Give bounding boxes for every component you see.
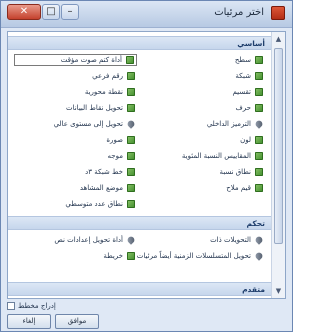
list-item[interactable]: قيم ملاح xyxy=(226,182,263,194)
list-item[interactable]: صورة xyxy=(106,134,135,146)
chooser-window: ✕ □ – اختر مرئيات أساسي سطح شبكة تقسيم ح… xyxy=(0,0,293,332)
grid-icon xyxy=(127,200,135,208)
list-item[interactable]: سطح xyxy=(235,54,263,66)
scroll-thumb[interactable] xyxy=(274,48,283,244)
group-header-control[interactable]: تحكم xyxy=(8,216,271,230)
grid-icon xyxy=(255,152,263,160)
list-item[interactable]: التحويلات ذات xyxy=(210,234,264,246)
list-item[interactable]: تحويل نقاط البيانات xyxy=(66,102,135,114)
list-item[interactable]: تحويل إلى مستوى عالي xyxy=(54,118,136,130)
checkbox[interactable] xyxy=(7,302,15,310)
grid-icon xyxy=(255,72,263,80)
ok-button[interactable]: موافق xyxy=(55,314,99,329)
grid-icon xyxy=(255,104,263,112)
list-item[interactable]: رقم فرعي xyxy=(92,70,135,82)
grid-icon xyxy=(255,184,263,192)
wrench-icon xyxy=(126,235,136,245)
grid-icon xyxy=(126,56,134,64)
list-item[interactable]: نطاق عدد متوسطي xyxy=(65,198,135,210)
grid-icon xyxy=(127,252,135,260)
wrench-icon xyxy=(254,251,264,261)
grid-icon xyxy=(127,168,135,176)
list-item[interactable]: الترميز الداخلي xyxy=(207,118,264,130)
grid-icon xyxy=(127,88,135,96)
wrench-icon xyxy=(254,235,264,245)
list-item[interactable]: تقسيم xyxy=(232,86,263,98)
list-item[interactable]: خط شبكة ٣د xyxy=(85,166,135,178)
grid-icon xyxy=(255,88,263,96)
module-list-panel: أساسي سطح شبكة تقسيم حرف الترميز الداخلي… xyxy=(7,31,286,299)
scroll-down-arrow-icon[interactable]: ▼ xyxy=(273,285,284,297)
list-item[interactable]: لون xyxy=(240,134,263,146)
list-item-selected[interactable]: أداة كتم صوت مؤقت xyxy=(14,54,137,66)
grid-icon xyxy=(127,152,135,160)
window-title: اختر مرئيات xyxy=(214,7,264,18)
list-item[interactable]: أداة تحويل إعدادات نص xyxy=(54,234,136,246)
list-item[interactable]: موضع المشاهد xyxy=(80,182,135,194)
module-list: أساسي سطح شبكة تقسيم حرف الترميز الداخلي… xyxy=(8,32,271,298)
list-item[interactable]: نطاق نسبة xyxy=(219,166,263,178)
group-header-basic[interactable]: أساسي xyxy=(8,36,271,50)
scroll-up-arrow-icon[interactable]: ▲ xyxy=(273,33,284,45)
dialog-footer: إدراج مخطط إلغاء موافق xyxy=(7,301,286,329)
wrench-icon xyxy=(254,119,264,129)
grid-icon xyxy=(127,184,135,192)
maximize-button[interactable]: □ xyxy=(42,4,60,20)
grid-icon xyxy=(127,136,135,144)
grid-icon xyxy=(127,104,135,112)
cancel-button[interactable]: إلغاء xyxy=(7,314,51,329)
list-item[interactable]: موجه xyxy=(108,150,135,162)
list-item[interactable]: المقاييس النسبة المئوية xyxy=(182,150,263,162)
minimize-button[interactable]: – xyxy=(61,4,79,20)
wrench-icon xyxy=(126,119,136,129)
close-button[interactable]: ✕ xyxy=(7,4,41,20)
group-header-advanced[interactable]: متقدم xyxy=(8,282,271,296)
list-item[interactable]: تحويل المتسلسلات الزمنية أيضاً مرئيات xyxy=(137,250,264,262)
list-item[interactable]: حرف xyxy=(236,102,263,114)
list-item[interactable]: شبكة xyxy=(235,70,263,82)
vertical-scrollbar[interactable]: ▲ ▼ xyxy=(271,32,285,298)
list-item[interactable]: نقطة محورية xyxy=(85,86,135,98)
grid-icon xyxy=(255,56,263,64)
app-icon xyxy=(271,6,285,20)
title-bar[interactable]: ✕ □ – اختر مرئيات xyxy=(1,1,292,28)
grid-icon xyxy=(255,136,263,144)
list-item[interactable]: خريطة xyxy=(103,250,135,262)
grid-icon xyxy=(255,168,263,176)
grid-icon xyxy=(127,72,135,80)
insert-chart-option[interactable]: إدراج مخطط xyxy=(7,301,56,311)
